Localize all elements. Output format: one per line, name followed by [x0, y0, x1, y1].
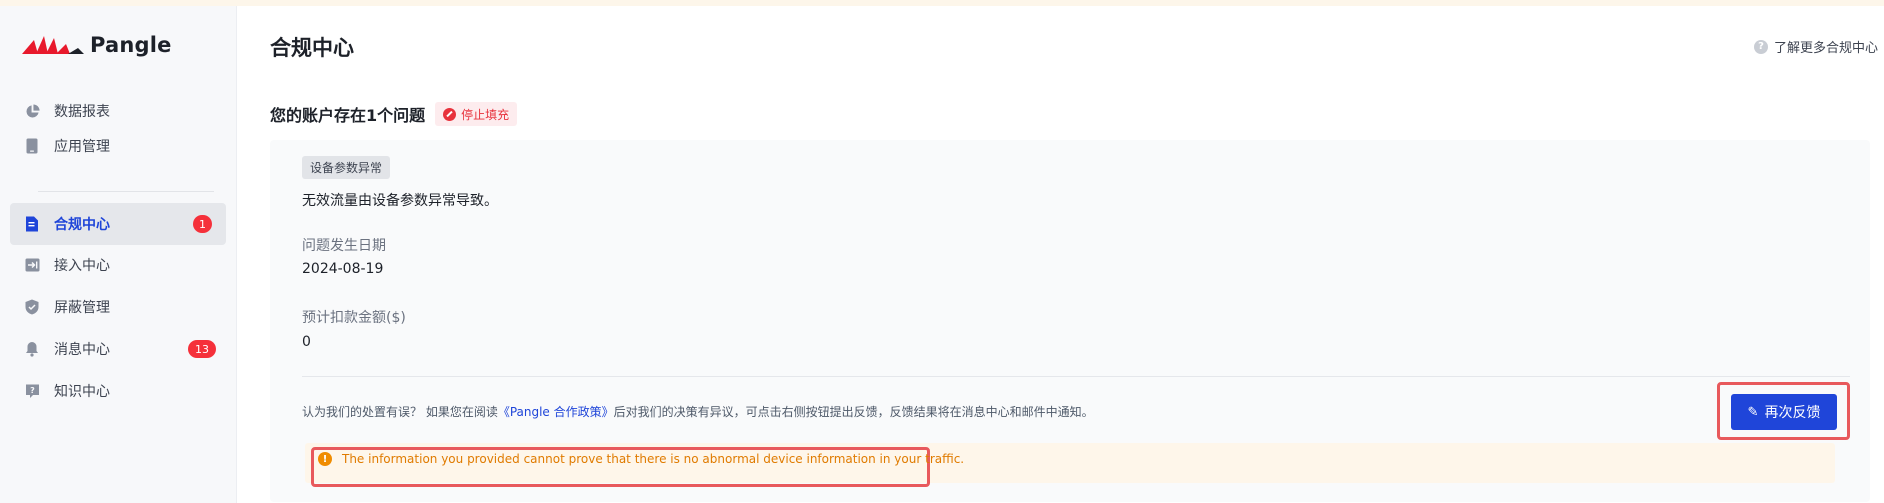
pangle-logo-icon — [22, 36, 84, 54]
issue-type-tag: 设备参数异常 — [302, 156, 391, 179]
warning-message: ! The information you provided cannot pr… — [318, 452, 964, 466]
sidebar-item-knowledge-center[interactable]: ? 知识中心 — [10, 370, 226, 412]
sidebar-item-block-management[interactable]: 屏蔽管理 — [10, 286, 226, 328]
sidebar-item-app-management[interactable]: 应用管理 — [10, 125, 226, 167]
status-badge-label: 停止填充 — [461, 107, 510, 122]
issue-date-label: 问题发生日期 — [302, 238, 386, 254]
issue-date-value: 2024-08-19 — [302, 261, 384, 277]
sidebar: Pangle 数据报表 应用管理 合规中心 1 接入中心 屏蔽管理 消息中心 1… — [0, 6, 237, 503]
pie-chart-icon — [24, 103, 40, 119]
deduction-amount-label: 预计扣款金额($) — [302, 310, 406, 326]
sidebar-item-label: 应用管理 — [54, 139, 110, 155]
brand-name: Pangle — [90, 33, 172, 57]
sidebar-divider — [38, 191, 214, 192]
appeal-text-after: 后对我们的决策有异议，可点击右侧按钮提出反馈，反馈结果将在消息中心和邮件中通知。 — [613, 405, 1094, 419]
sidebar-item-label: 屏蔽管理 — [54, 300, 110, 316]
learn-more-label: 了解更多合规中心 — [1773, 41, 1878, 56]
shield-icon — [24, 299, 40, 315]
sidebar-item-label: 接入中心 — [54, 258, 110, 274]
appeal-text-before: 认为我们的处置有误？ 如果您在阅读 — [302, 405, 498, 419]
issue-count-title: 您的账户存在1个问题 — [270, 106, 426, 125]
help-icon: ? — [1753, 39, 1768, 54]
appeal-instructions: 认为我们的处置有误？ 如果您在阅读《Pangle 合作政策》后对我们的决策有异议… — [302, 403, 1094, 420]
question-box-icon: ? — [24, 383, 40, 399]
sidebar-item-label: 知识中心 — [54, 384, 110, 400]
phone-icon — [24, 138, 40, 154]
issue-description: 无效流量由设备参数异常导致。 — [302, 193, 498, 209]
deduction-amount-value: 0 — [302, 334, 311, 350]
top-notice-strip — [0, 0, 1884, 6]
pangle-policy-link[interactable]: 《Pangle 合作政策》 — [498, 405, 614, 419]
edit-icon: ✎ — [1747, 404, 1759, 419]
resubmit-feedback-label: 再次反馈 — [1764, 404, 1821, 420]
sidebar-item-label: 合规中心 — [54, 217, 110, 233]
learn-more-link[interactable]: ? 了解更多合规中心 — [1753, 37, 1878, 56]
notification-badge: 13 — [188, 340, 216, 358]
sidebar-item-label: 消息中心 — [54, 342, 110, 358]
card-divider — [302, 376, 1850, 377]
sidebar-item-message-center[interactable]: 消息中心 13 — [10, 328, 226, 370]
warning-icon: ! — [318, 452, 332, 466]
resubmit-feedback-button[interactable]: ✎ 再次反馈 — [1731, 394, 1837, 430]
login-arrow-icon — [24, 257, 40, 273]
pangle-logo[interactable]: Pangle — [22, 30, 172, 60]
document-icon — [24, 216, 40, 232]
warning-message-text: The information you provided cannot prov… — [342, 452, 965, 466]
sidebar-item-compliance-center[interactable]: 合规中心 1 — [10, 203, 226, 245]
status-badge: 停止填充 — [435, 102, 518, 126]
sidebar-item-label: 数据报表 — [54, 104, 110, 120]
svg-text:?: ? — [30, 386, 35, 395]
page-title: 合规中心 — [270, 36, 354, 60]
issue-header: 您的账户存在1个问题 停止填充 — [270, 102, 518, 126]
sidebar-item-integration-center[interactable]: 接入中心 — [10, 244, 226, 286]
stop-icon — [443, 107, 457, 121]
notification-badge: 1 — [193, 215, 212, 233]
bell-icon — [24, 341, 40, 357]
